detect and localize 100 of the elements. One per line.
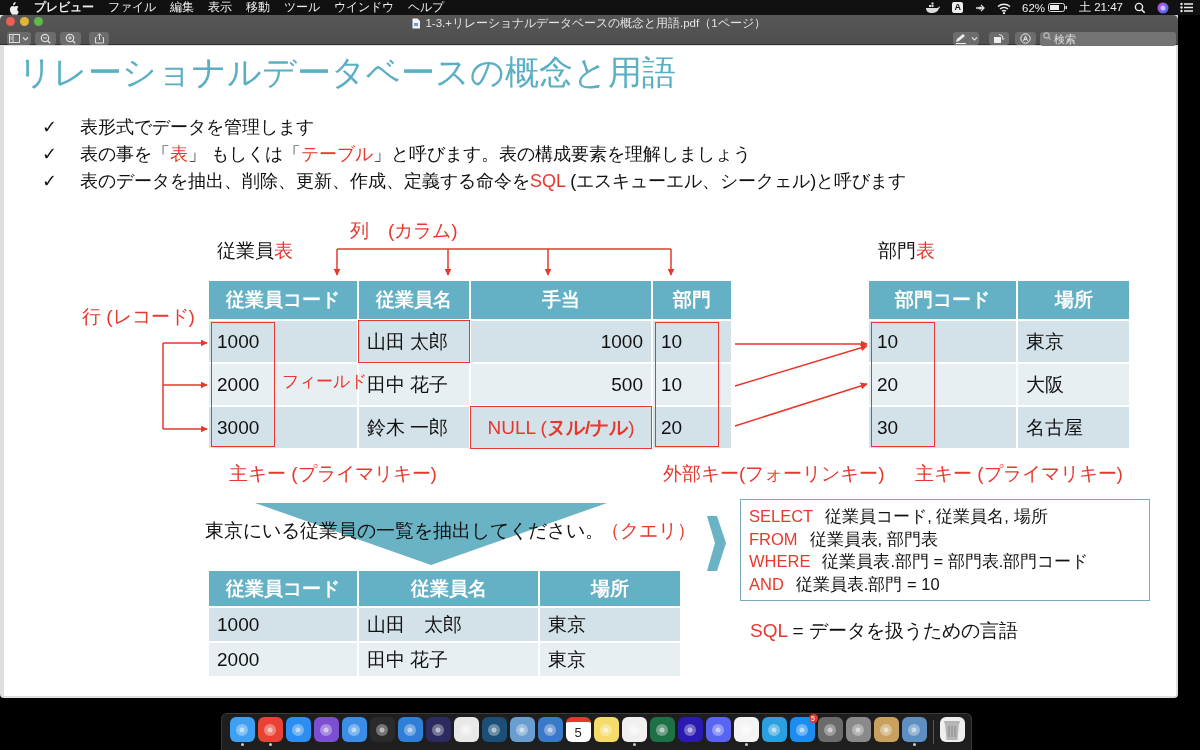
table-cell: 20 (653, 407, 731, 448)
table-cell: 東京 (540, 608, 680, 641)
menu-item[interactable]: 移動 (246, 0, 270, 15)
trash-icon[interactable] (939, 717, 965, 742)
sidebar-button[interactable] (7, 31, 31, 45)
app-icon[interactable] (761, 717, 787, 742)
bullet-text: 表のデータを抽出、削除、更新、作成、定義する命令をSQL (エスキューエル、シークェル)と呼びます (80, 170, 907, 193)
menu-item[interactable]: ツール (284, 0, 320, 15)
table-cell: 10 (869, 321, 1016, 362)
table-cell: 2000 (209, 643, 357, 676)
sql-note: SQL = データを扱うための言語 (750, 619, 1018, 643)
menu-item[interactable]: ウインドウ (334, 0, 394, 15)
app-icon[interactable] (509, 717, 535, 742)
app-icon[interactable] (313, 717, 339, 742)
table-title: 従業員表 (217, 239, 293, 263)
table-cell: 田中 花子 (359, 643, 538, 676)
markup-button[interactable] (1015, 31, 1036, 45)
apple-icon[interactable] (8, 0, 20, 15)
app-icon[interactable] (677, 717, 703, 742)
app-icon[interactable] (705, 717, 731, 742)
share-button[interactable] (89, 31, 109, 45)
table-cell: 1000 (471, 321, 651, 362)
chevron-shape (707, 516, 726, 571)
calendar-icon[interactable]: 5 (565, 717, 591, 742)
sql-line: WHERE 従業員表.部門 = 部門表.部門コード (749, 551, 1090, 572)
input-source-indicator[interactable]: A (952, 2, 963, 13)
app-icon[interactable] (369, 717, 395, 742)
minimize-button[interactable] (20, 17, 29, 26)
markup-pen-button[interactable] (953, 31, 979, 45)
menu-item[interactable]: ヘルプ (408, 0, 444, 15)
table-cell: 東京 (1018, 321, 1129, 362)
clock[interactable]: 土 21:47 (1079, 0, 1123, 15)
battery-percentage: 62% (1022, 1, 1045, 14)
app-icon[interactable] (537, 717, 563, 742)
sql-line: FROM 従業員表, 部門表 (749, 528, 939, 550)
table-title: 部門表 (878, 239, 935, 263)
column-header: 従業員コード (209, 281, 357, 319)
caret-icon (970, 35, 978, 41)
share-icon (93, 32, 105, 44)
column-header: 従業員コード (209, 571, 357, 606)
zoom-in-button[interactable] (60, 31, 81, 45)
app-icon[interactable] (649, 717, 675, 742)
app-icon[interactable] (845, 717, 871, 742)
table-cell: 3000 (209, 407, 357, 448)
column-header: 場所 (540, 571, 680, 606)
column-header: 従業員名 (359, 281, 469, 319)
wifi-icon[interactable] (997, 1, 1011, 14)
app-icon[interactable] (817, 717, 843, 742)
zoom-out-icon (40, 32, 51, 44)
caret-icon (22, 35, 29, 41)
app-icon[interactable] (873, 717, 899, 742)
table-cell: 東京 (540, 643, 680, 676)
rotate-button[interactable] (989, 31, 1009, 45)
search-field[interactable]: 検索 (1040, 32, 1176, 46)
column-header: 部門コード (869, 281, 1016, 319)
column-label: 列 (カラム) (350, 219, 458, 243)
app-icon[interactable] (481, 717, 507, 742)
table-cell: 500 (471, 364, 651, 405)
zoom-out-button[interactable] (35, 31, 56, 45)
app-icon[interactable] (901, 717, 927, 742)
app-icon[interactable] (789, 717, 815, 742)
app-icon[interactable] (733, 717, 759, 742)
app-icon[interactable] (229, 717, 255, 742)
pen-icon (954, 32, 967, 44)
table-cell: 山田 太郎 (359, 321, 469, 362)
table-cell: 名古屋 (1018, 407, 1129, 448)
app-icon[interactable] (425, 717, 451, 742)
search-icon[interactable] (1134, 1, 1146, 14)
table-cell: 30 (869, 407, 1016, 448)
query-note: （クエリ） (601, 519, 696, 543)
column-header: 場所 (1018, 281, 1129, 319)
sidebar-icon (9, 33, 20, 43)
sql-line: SELECT 従業員コード, 従業員名, 場所 (749, 506, 1049, 527)
slide-title: リレーショナルデータベースの概念と用語 (18, 52, 676, 93)
zoom-button[interactable] (34, 17, 43, 26)
rotate-icon (993, 32, 1005, 44)
whale-icon[interactable] (925, 1, 942, 14)
app-icon[interactable] (453, 717, 479, 742)
key-label: 外部キー(フォーリンキー) (663, 462, 885, 486)
app-icon[interactable] (593, 717, 619, 742)
menu-item[interactable]: 表示 (208, 0, 232, 15)
sql-line: AND 従業員表.部門 = 10 (749, 573, 941, 595)
app-name[interactable]: プレビュー (34, 0, 94, 15)
app-icon[interactable] (257, 717, 283, 742)
list-icon[interactable] (1180, 2, 1194, 13)
bullet-text: 表形式でデータを管理します (80, 116, 314, 139)
app-icon[interactable] (285, 717, 311, 742)
menu-item[interactable]: ファイル (108, 0, 156, 15)
search-icon (1043, 32, 1051, 40)
column-header: 手当 (471, 281, 651, 319)
app-icon[interactable] (397, 717, 423, 742)
menu-item[interactable]: 編集 (170, 0, 194, 15)
app-icon[interactable] (341, 717, 367, 742)
check-mark: ✓ (42, 170, 59, 193)
table-cell: 10 (653, 364, 731, 405)
table-cell: 1000 (209, 608, 357, 641)
table-cell: 10 (653, 321, 731, 362)
siri-icon[interactable] (1157, 1, 1169, 14)
battery-icon[interactable] (1048, 3, 1068, 12)
app-icon[interactable] (621, 717, 647, 742)
